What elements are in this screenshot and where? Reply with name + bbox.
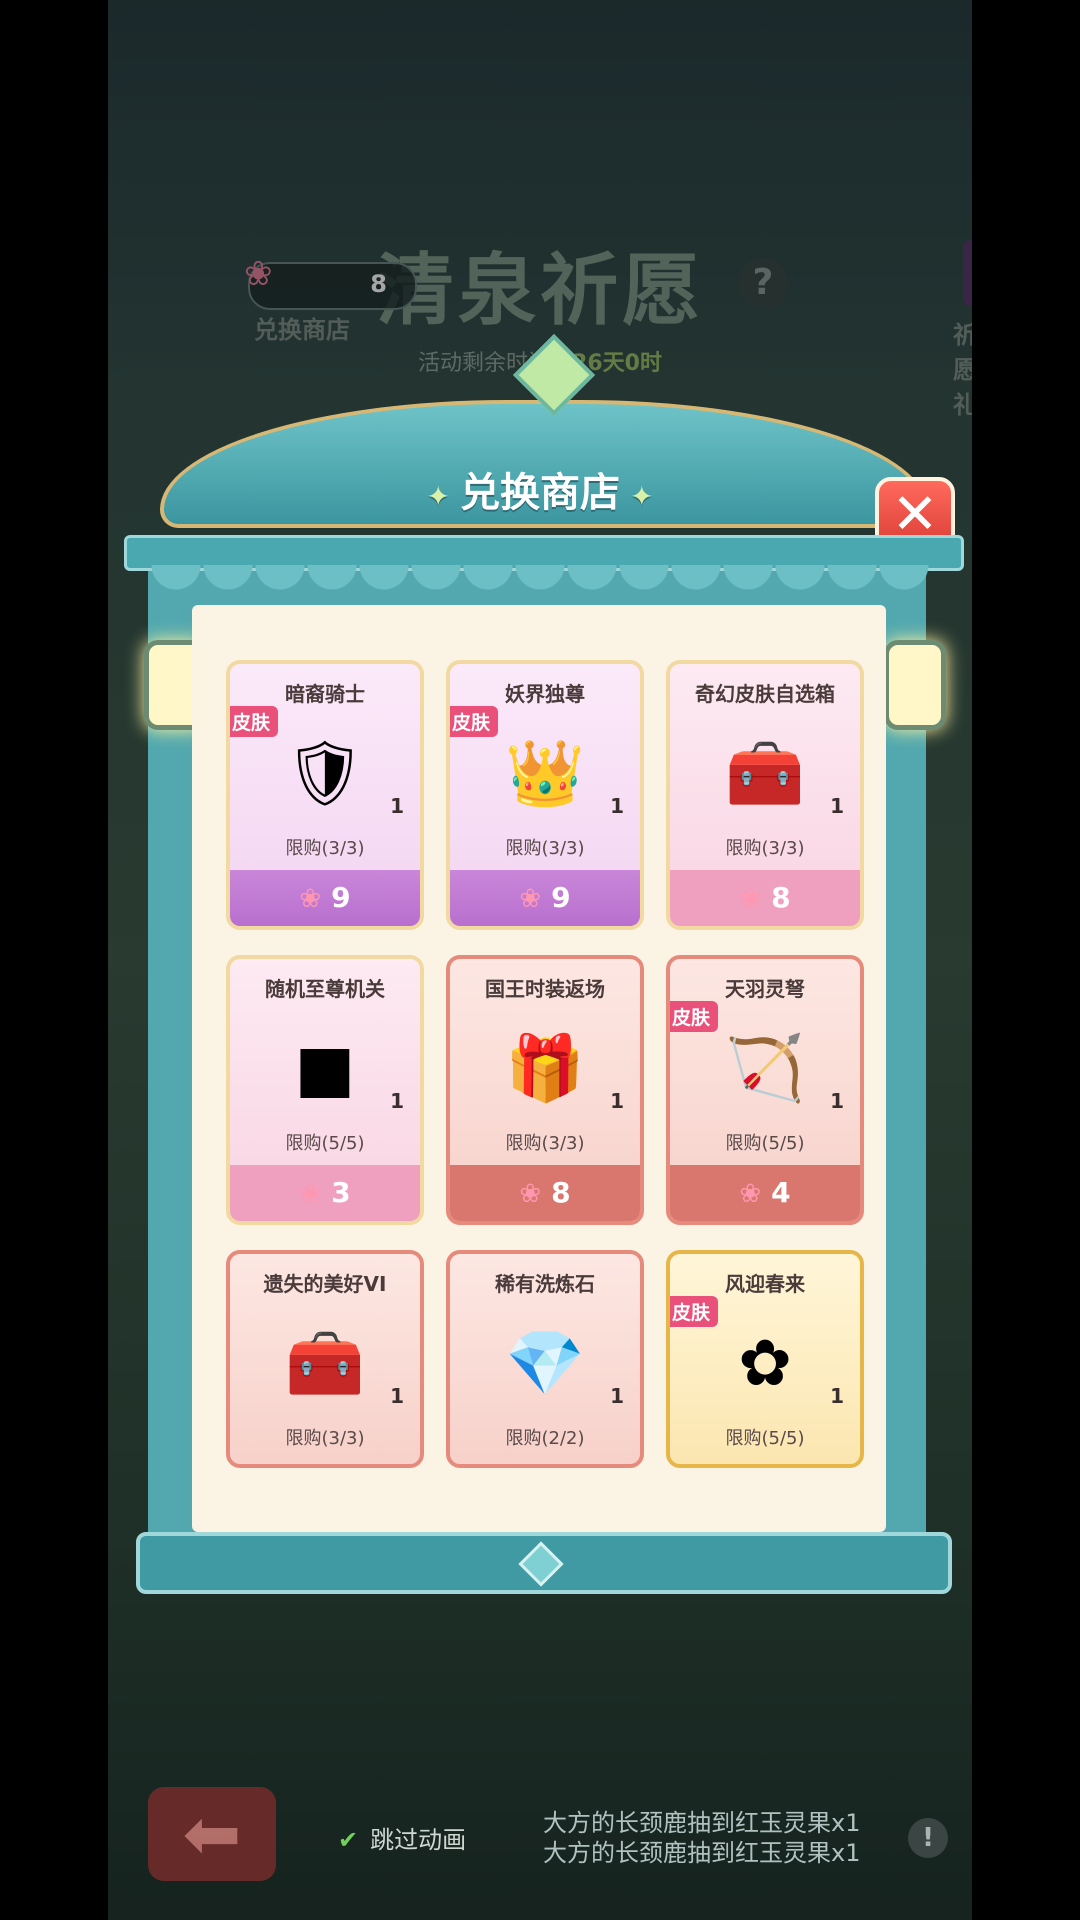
shop-item[interactable]: 妖界独尊 皮肤 👑 1 限购(3/3) ❀ 9	[446, 660, 644, 930]
crystal-icon: 💎	[505, 1327, 585, 1401]
item-quantity: 1	[610, 1089, 624, 1113]
flower-currency-icon: ❀	[299, 1179, 322, 1209]
sparkle-icon: ✦	[426, 480, 450, 513]
sparkle-icon: ✦	[630, 480, 654, 513]
shop-item[interactable]: 稀有洗炼石 💎 1 限购(2/2)	[446, 1250, 644, 1468]
purchase-limit: 限购(3/3)	[725, 838, 805, 859]
price-button[interactable]: ❀ 9	[230, 870, 420, 926]
price-button[interactable]: ❀ 3	[230, 1165, 420, 1221]
item-name: 天羽灵弩	[725, 977, 805, 1001]
shop-item[interactable]: 奇幻皮肤自选箱 🧰 1 限购(3/3) ❀ 8	[666, 660, 864, 930]
skin-tag: 皮肤	[450, 706, 499, 737]
skin-tag: 皮肤	[670, 1296, 719, 1327]
treasure-chest-icon: 🧰	[285, 1327, 365, 1401]
item-name: 随机至尊机关	[265, 977, 385, 1001]
info-icon[interactable]: !	[908, 1818, 948, 1858]
item-name: 奇幻皮肤自选箱	[695, 682, 835, 706]
skin-tag: 皮肤	[230, 706, 279, 737]
price-button[interactable]: ❀ 8	[670, 870, 860, 926]
draw-message-feed: 大方的长颈鹿抽到红玉灵果x1 大方的长颈鹿抽到红玉灵果x1	[543, 1809, 861, 1867]
purchase-limit: 限购(5/5)	[285, 1133, 365, 1154]
purchase-limit: 限购(5/5)	[725, 1428, 805, 1449]
purchase-limit: 限购(3/3)	[505, 1133, 585, 1154]
shop-item[interactable]: 国王时装返场 🎁 1 限购(3/3) ❀ 8	[446, 955, 644, 1225]
shop-item[interactable]: 暗裔骑士 皮肤 🛡 1 限购(3/3) ❀ 9	[226, 660, 424, 930]
item-quantity: 1	[610, 794, 624, 818]
back-button[interactable]: ⬅	[148, 1787, 276, 1881]
skip-animation-toggle[interactable]: ✔ 跳过动画	[338, 1820, 466, 1855]
purchase-limit: 限购(3/3)	[505, 838, 585, 859]
item-quantity: 1	[830, 1089, 844, 1113]
item-name: 国王时装返场	[485, 977, 605, 1001]
purchase-limit: 限购(3/3)	[285, 1428, 365, 1449]
skin-tag: 皮肤	[670, 1001, 719, 1032]
item-quantity: 1	[390, 1089, 404, 1113]
demon-king-icon: 👑	[505, 737, 585, 811]
item-quantity: 1	[390, 794, 404, 818]
item-name: 妖界独尊	[505, 682, 585, 706]
item-name: 稀有洗炼石	[495, 1272, 595, 1296]
item-quantity: 1	[390, 1384, 404, 1408]
pinwheel-icon: ✿	[738, 1327, 792, 1401]
shop-item[interactable]: 风迎春来 皮肤 ✿ 1 限购(5/5)	[666, 1250, 864, 1468]
flower-currency-icon: ❀	[739, 1179, 762, 1209]
price-button[interactable]: ❀ 9	[450, 870, 640, 926]
item-quantity: 1	[830, 794, 844, 818]
item-quantity: 1	[610, 1384, 624, 1408]
knight-icon: 🛡	[284, 737, 366, 811]
dialog-header: ✦ 兑换商店 ✦	[130, 333, 950, 550]
purchase-limit: 限购(2/2)	[505, 1428, 585, 1449]
item-name: 遗失的美好VI	[263, 1272, 387, 1296]
item-quantity: 1	[830, 1384, 844, 1408]
flower-currency-icon: ❀	[519, 884, 542, 914]
gold-box-icon: 🎁	[505, 1032, 585, 1106]
item-name: 暗裔骑士	[285, 682, 365, 706]
price-button[interactable]: ❀ 4	[670, 1165, 860, 1221]
item-name: 风迎春来	[725, 1272, 805, 1296]
shop-item[interactable]: 天羽灵弩 皮肤 🏹 1 限购(5/5) ❀ 4	[666, 955, 864, 1225]
check-icon: ✔	[338, 1826, 359, 1854]
flower-currency-icon: ❀	[299, 884, 322, 914]
lantern-icon	[884, 640, 946, 730]
dialog-title: ✦ 兑换商店 ✦	[426, 470, 654, 516]
flower-currency-icon: ❀	[519, 1179, 542, 1209]
chest-icon: 🧰	[725, 737, 805, 811]
shop-item[interactable]: 遗失的美好VI 🧰 1 限购(3/3)	[226, 1250, 424, 1468]
purchase-limit: 限购(5/5)	[725, 1133, 805, 1154]
price-button[interactable]: ❀ 8	[450, 1165, 640, 1221]
cube-icon: ■	[294, 1032, 356, 1106]
purchase-limit: 限购(3/3)	[285, 838, 365, 859]
flower-currency-icon: ❀	[739, 884, 762, 914]
shop-item[interactable]: 随机至尊机关 ■ 1 限购(5/5) ❀ 3	[226, 955, 424, 1225]
crossbow-icon: 🏹	[725, 1032, 805, 1106]
